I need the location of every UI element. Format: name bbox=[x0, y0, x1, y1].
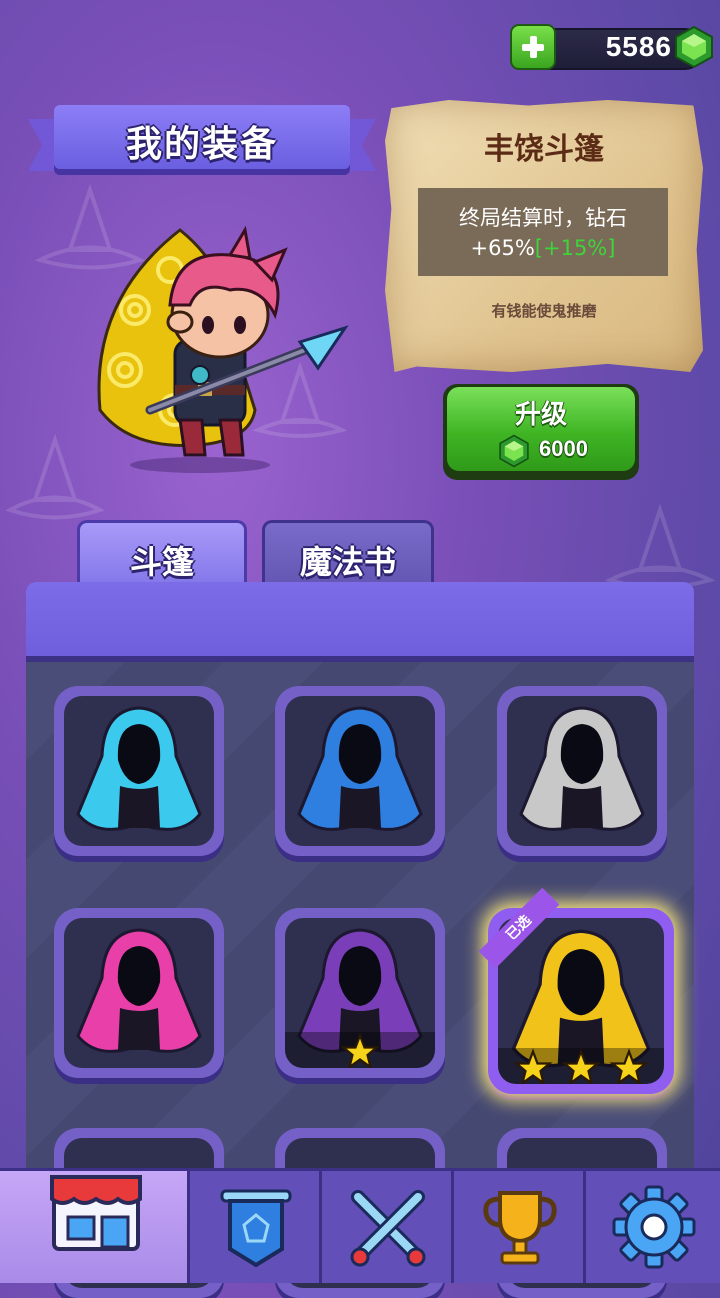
cloak-slot-gold-cloak[interactable]: 已选 bbox=[478, 887, 674, 1094]
nav-trophy[interactable] bbox=[454, 1171, 586, 1283]
blue-star-cloak-icon bbox=[297, 706, 423, 831]
item-description-line1: 终局结算时，钻石 bbox=[459, 206, 627, 230]
effect-bonus: [+15%] bbox=[534, 236, 616, 260]
cloak-slot-inner bbox=[498, 918, 664, 1084]
upgrade-cost: 6000 bbox=[539, 436, 588, 461]
tab-spellbook[interactable]: 魔法书 bbox=[262, 520, 434, 584]
star-icon bbox=[561, 1048, 601, 1084]
hat-watermark-icon bbox=[604, 503, 716, 590]
pink-heart-cloak-icon bbox=[76, 928, 202, 1053]
tab-cloak[interactable]: 斗篷 bbox=[77, 520, 247, 584]
page-title: 我的装备 bbox=[125, 124, 278, 165]
cloak-slot-inner bbox=[64, 918, 214, 1068]
cloak-slot-inner bbox=[64, 696, 214, 846]
item-flavor-text: 有钱能使鬼推磨 bbox=[491, 302, 597, 320]
bottom-nav bbox=[0, 1168, 720, 1283]
gem-amount: 5586 bbox=[605, 31, 672, 62]
cloak-slot-inner bbox=[285, 918, 435, 1068]
nav-shop[interactable] bbox=[0, 1171, 190, 1283]
upgrade-label: 升级 bbox=[514, 400, 567, 430]
shop-icon bbox=[50, 1175, 142, 1251]
star-icon bbox=[513, 1048, 553, 1084]
item-name: 丰饶斗篷 bbox=[484, 132, 604, 167]
star-rating bbox=[498, 1048, 664, 1084]
currency-bar: 5586 bbox=[510, 22, 715, 72]
cyan-cloak-icon bbox=[76, 706, 202, 831]
battle-icon bbox=[350, 1190, 426, 1267]
nav-battle[interactable] bbox=[322, 1171, 454, 1283]
character-preview bbox=[97, 225, 349, 473]
nav-settings[interactable] bbox=[586, 1171, 720, 1283]
panel-header bbox=[26, 582, 694, 662]
cloak-slot-blue-star-cloak[interactable] bbox=[275, 686, 445, 856]
item-description-box: 终局结算时，钻石 +65%[+15%] bbox=[418, 188, 668, 276]
cloak-slot-inner bbox=[507, 696, 657, 846]
cloak-slot-inner bbox=[285, 696, 435, 846]
star-icon bbox=[340, 1032, 380, 1068]
plus-icon[interactable] bbox=[510, 24, 556, 70]
settings-icon bbox=[612, 1185, 696, 1269]
gem-icon bbox=[499, 434, 529, 468]
cloak-slot-plaid-cloak[interactable] bbox=[497, 686, 667, 856]
cloak-slot-pink-heart-cloak[interactable] bbox=[54, 908, 224, 1078]
cloak-slot-purple-star-cloak[interactable] bbox=[275, 908, 445, 1078]
star-icon bbox=[609, 1048, 649, 1084]
page-title-ribbon: 我的装备 bbox=[28, 105, 376, 185]
trophy-icon bbox=[483, 1191, 557, 1265]
star-rating bbox=[285, 1032, 435, 1068]
item-info-card: 丰饶斗篷 终局结算时，钻石 +65%[+15%] 有钱能使鬼推磨 bbox=[385, 100, 703, 372]
item-description-line2: +65%[+15%] bbox=[418, 236, 668, 260]
cloak-slot-cyan-cloak[interactable] bbox=[54, 686, 224, 856]
plaid-cloak-icon bbox=[519, 706, 645, 831]
effect-base: +65% bbox=[470, 236, 535, 260]
banner-icon bbox=[220, 1189, 292, 1268]
upgrade-button[interactable]: 升级 6000 bbox=[443, 384, 639, 480]
gem-icon bbox=[675, 25, 713, 69]
nav-banner[interactable] bbox=[190, 1171, 322, 1283]
